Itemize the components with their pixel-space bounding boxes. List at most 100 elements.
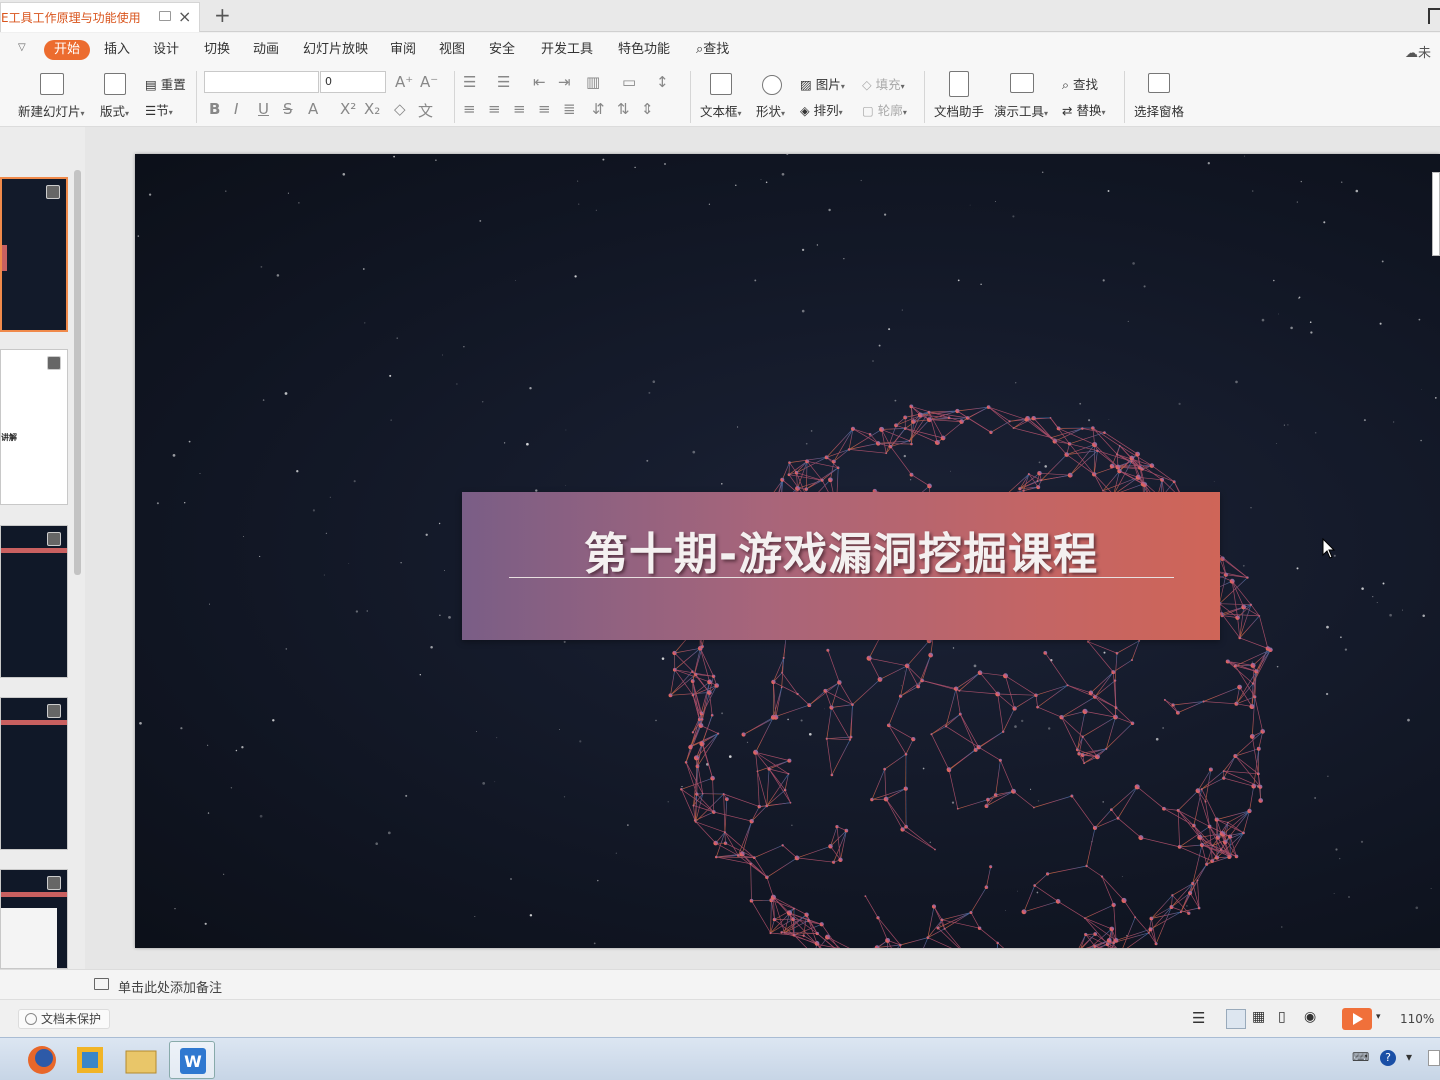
replace-button[interactable]: ⇄ 替换▾: [1062, 100, 1106, 119]
keyboard-tray-icon[interactable]: ⌨: [1352, 1050, 1369, 1064]
tab-security[interactable]: 安全: [479, 40, 525, 60]
text-direction-icon[interactable]: ▭: [622, 73, 636, 91]
textbox-icon[interactable]: [710, 73, 732, 95]
current-slide[interactable]: 第十期-游戏漏洞挖掘课程: [135, 154, 1440, 948]
shape-button[interactable]: 形状▾: [756, 101, 785, 120]
strikethrough-icon[interactable]: S: [283, 100, 293, 118]
textbox-button[interactable]: 文本框▾: [700, 101, 742, 120]
new-tab-button[interactable]: +: [214, 3, 231, 27]
find-button[interactable]: ⌕ 查找: [1062, 74, 1098, 93]
reading-view-icon[interactable]: ▯: [1278, 1009, 1298, 1029]
paragraph-settings-icon[interactable]: ⇕: [641, 100, 654, 118]
paragraph-spacing-icon[interactable]: ⇅: [617, 100, 630, 118]
tab-review[interactable]: 审阅: [380, 40, 426, 60]
doc-helper-icon[interactable]: [949, 71, 969, 97]
increase-font-icon[interactable]: A⁺: [395, 73, 413, 91]
decrease-indent-icon[interactable]: ⇤: [533, 73, 546, 91]
normal-view-icon[interactable]: [1226, 1009, 1246, 1029]
selection-pane-icon[interactable]: [1148, 73, 1170, 93]
bullet-list-icon[interactable]: ☰: [463, 73, 476, 91]
outline-label: 轮廓: [877, 103, 903, 118]
quick-access-dropdown-icon[interactable]: ▽: [18, 42, 26, 53]
italic-icon[interactable]: I: [234, 100, 238, 118]
bold-icon[interactable]: B: [209, 100, 220, 118]
wps-taskbar-icon[interactable]: W: [169, 1041, 215, 1079]
slide-thumbnail[interactable]: [0, 697, 68, 850]
numbered-list-icon[interactable]: ☰: [497, 73, 510, 91]
tab-insert[interactable]: 插入: [94, 40, 140, 60]
presenter-view-icon[interactable]: ◉: [1304, 1009, 1324, 1029]
slide-thumbnail[interactable]: [0, 177, 68, 332]
slide-thumbnail[interactable]: [0, 525, 68, 678]
show-desktop-icon[interactable]: [1428, 1050, 1440, 1066]
tab-design[interactable]: 设计: [143, 40, 189, 60]
document-tab[interactable]: E工具工作原理与功能使用 ×: [0, 2, 200, 32]
new-slide-button[interactable]: 新建幻灯片▾: [18, 101, 85, 120]
picture-button[interactable]: ▨ 图片▾: [800, 74, 845, 93]
thumbnail-scrollbar[interactable]: [74, 170, 81, 575]
tab-developer[interactable]: 开发工具: [531, 40, 603, 60]
slide-thumbnail[interactable]: 讲解: [0, 349, 68, 505]
columns-icon[interactable]: ▥: [586, 73, 600, 91]
reset-button[interactable]: ▤ 重置: [145, 74, 186, 93]
align-right-icon[interactable]: ≡: [513, 100, 526, 118]
zoom-level[interactable]: 110%: [1400, 1012, 1434, 1026]
layout-button[interactable]: 版式▾: [100, 101, 129, 120]
document-protection-button[interactable]: 文档未保护: [18, 1009, 111, 1029]
justify-icon[interactable]: ≡: [538, 100, 551, 118]
present-tools-button[interactable]: 演示工具▾: [994, 101, 1048, 120]
phonetic-icon[interactable]: 文: [418, 100, 433, 121]
tray-expand-icon[interactable]: ▾: [1406, 1050, 1412, 1064]
firefox-taskbar-icon[interactable]: [20, 1041, 66, 1079]
menu-search[interactable]: ⌕查找: [686, 40, 739, 60]
vm-taskbar-icon[interactable]: [67, 1041, 113, 1079]
distribute-icon[interactable]: ≣: [563, 100, 576, 118]
notes-bar[interactable]: 单击此处添加备注: [0, 969, 1440, 999]
arrange-button[interactable]: ◈ 排列▾: [800, 100, 843, 119]
align-left-icon[interactable]: ≡: [463, 100, 476, 118]
tab-animation[interactable]: 动画: [243, 40, 289, 60]
tab-home[interactable]: 开始: [44, 40, 91, 60]
play-slideshow-button[interactable]: [1342, 1008, 1372, 1030]
align-center-icon[interactable]: ≡: [488, 100, 501, 118]
slide-thumbnail[interactable]: [0, 869, 68, 969]
fill-button[interactable]: ◇ 填充▾: [862, 74, 905, 93]
tab-transition[interactable]: 切换: [194, 40, 240, 60]
tab-slideshow[interactable]: 幻灯片放映: [293, 40, 378, 60]
chevron-down-icon: ▾: [840, 82, 845, 91]
subscript-icon[interactable]: X₂: [364, 100, 380, 118]
window-restore-icon[interactable]: [1428, 8, 1440, 24]
layout-icon[interactable]: [104, 73, 126, 95]
help-tray-icon[interactable]: ?: [1380, 1050, 1396, 1066]
cloud-sync[interactable]: ☁未: [1405, 42, 1431, 61]
pin-icon[interactable]: [159, 11, 171, 21]
decrease-font-icon[interactable]: A⁻: [420, 73, 438, 91]
document-tab-title[interactable]: E工具工作原理与功能使用: [1, 9, 151, 26]
section-button[interactable]: ☰节▾: [145, 100, 173, 119]
present-tools-icon[interactable]: [1010, 73, 1034, 93]
slide-title[interactable]: 第十期-游戏漏洞挖掘课程: [462, 518, 1220, 582]
title-banner[interactable]: 第十期-游戏漏洞挖掘课程: [462, 492, 1220, 640]
shape-icon[interactable]: [762, 75, 782, 95]
line-spacing-icon[interactable]: ↕: [656, 73, 669, 91]
underline-icon[interactable]: U: [258, 100, 269, 118]
tab-view[interactable]: 视图: [429, 40, 475, 60]
outline-button[interactable]: ▢ 轮廓▾: [862, 100, 907, 119]
font-size-combo[interactable]: 0: [320, 71, 386, 93]
notes-placeholder[interactable]: 单击此处添加备注: [118, 977, 222, 996]
font-name-combo[interactable]: [204, 71, 319, 93]
font-color-icon[interactable]: A: [308, 100, 318, 118]
close-tab-icon[interactable]: ×: [178, 7, 191, 26]
new-slide-icon[interactable]: [40, 73, 64, 95]
slide-sorter-icon[interactable]: ▦: [1252, 1009, 1272, 1029]
superscript-icon[interactable]: X²: [340, 100, 356, 118]
chevron-down-icon[interactable]: ▾: [1376, 1012, 1396, 1032]
tab-features[interactable]: 特色功能: [608, 40, 680, 60]
increase-indent-icon[interactable]: ⇥: [558, 73, 571, 91]
selection-pane-button[interactable]: 选择窗格: [1134, 101, 1184, 120]
notes-toggle-icon[interactable]: ☰: [1192, 1009, 1212, 1029]
explorer-taskbar-icon[interactable]: [118, 1041, 164, 1079]
vertical-align-icon[interactable]: ⇵: [592, 100, 605, 118]
clear-format-icon[interactable]: ◇: [394, 100, 406, 118]
doc-helper-button[interactable]: 文档助手: [934, 101, 984, 120]
